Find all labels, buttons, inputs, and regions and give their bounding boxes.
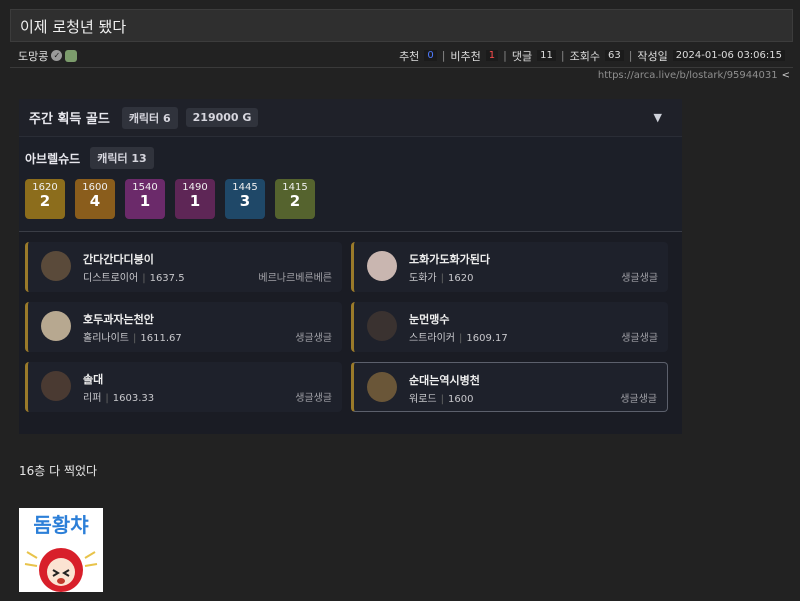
- character-card[interactable]: 호두과자는천안홀리나이트 | 1611.67 생글생글: [25, 302, 342, 352]
- post-date: 2024-01-06 03:06:15: [672, 50, 785, 61]
- character-guild: 생글생글: [621, 333, 658, 344]
- character-info: 워로드 | 1600: [409, 390, 473, 405]
- level-badge: 1600 4: [75, 179, 115, 219]
- character-item-level: 1611.67: [140, 333, 182, 344]
- views-count: 63: [604, 50, 624, 61]
- level-count: 2: [289, 192, 301, 210]
- level-badges: 1620 2 1600 4 1540 1 1490 1 1445 3 1415 2: [25, 179, 676, 219]
- character-item-level: 1603.33: [112, 393, 155, 404]
- author-info[interactable]: 도망콩 ✓: [18, 48, 78, 64]
- level-badge: 1540 1: [125, 179, 165, 219]
- post-body-text: 16층 다 찍었다: [19, 464, 98, 478]
- character-card[interactable]: 순대는역시병천워로드 | 1600 생글생글: [351, 362, 668, 412]
- server-panel: 아브렐슈드 캐릭터 13 1620 2 1600 4 1540 1 1490 1 1445 3 14…: [19, 137, 682, 232]
- character-guild: 베르나르베른베른: [258, 273, 332, 284]
- divider: |: [560, 49, 565, 62]
- character-info: 리퍼 | 1603.33: [83, 389, 154, 404]
- character-count-chip: 캐릭터 6: [121, 106, 178, 129]
- author-name[interactable]: 도망콩: [18, 48, 48, 64]
- character-avatar: [367, 372, 397, 402]
- user-level-icon: [65, 49, 78, 62]
- character-info: 스트라이커 | 1609.17: [409, 329, 508, 344]
- weekly-gold-header: 주간 획득 골드 캐릭터 6 219000 G ▼: [19, 99, 682, 137]
- post-stats: 추천 0 | 비추천 1 | 댓글 11 | 조회수 63 | 작성일 2024…: [399, 48, 785, 64]
- level-count: 1: [139, 192, 151, 210]
- character-class: 스트라이커: [409, 333, 455, 344]
- character-class: 디스트로이어: [83, 273, 139, 284]
- level-count: 3: [239, 192, 251, 210]
- character-card[interactable]: 솔대리퍼 | 1603.33 생글생글: [25, 362, 342, 412]
- level-count: 1: [189, 192, 201, 210]
- level-count: 2: [39, 192, 51, 210]
- character-cards: 간다간다디붕이 디스트로이어 | 1637.5 베르나르베른베른 도화가도화가된다 도화가 |…: [19, 232, 682, 412]
- sticker-art: 돔황챠: [19, 508, 103, 592]
- character-info: 홀리나이트 | 1611.67: [83, 329, 182, 344]
- character-item-level: 1620: [447, 273, 474, 284]
- post-url[interactable]: https://arca.live/b/lostark/95944031: [598, 70, 778, 81]
- character-info: 도화가 | 1620: [409, 269, 473, 284]
- character-card[interactable]: 도화가도화가된다도화가 | 1620 생글생글: [351, 242, 668, 292]
- level-badge: 1490 1: [175, 179, 215, 219]
- downvote-count: 1: [485, 50, 499, 61]
- divider: |: [142, 273, 146, 284]
- character-avatar: [367, 251, 397, 281]
- upvote-count: 0: [424, 50, 437, 61]
- share-icon[interactable]: <: [782, 70, 790, 81]
- character-class: 워로드: [409, 394, 437, 405]
- gold-total-chip: 219000 G: [185, 108, 259, 127]
- character-item-level: 1637.5: [149, 273, 185, 284]
- post-title: 이제 로청년 됐다: [10, 9, 793, 42]
- verified-check-icon: ✓: [51, 50, 63, 61]
- level-badge: 1415 2: [275, 179, 315, 219]
- chevron-down-icon: ▼: [653, 111, 662, 124]
- character-info: 디스트로이어 | 1637.5: [83, 269, 185, 284]
- character-guild: 생글생글: [295, 393, 332, 404]
- sticker-image: 돔황챠: [19, 508, 103, 592]
- divider: |: [440, 273, 444, 284]
- character-class: 홀리나이트: [83, 333, 129, 344]
- divider: |: [441, 49, 446, 62]
- character-item-level: 1600: [447, 394, 474, 405]
- character-avatar: [41, 251, 71, 281]
- upvote-label: 추천: [399, 49, 420, 63]
- character-name: 솔대: [83, 373, 104, 386]
- divider: |: [503, 49, 507, 62]
- embedded-screenshot: 주간 획득 골드 캐릭터 6 219000 G ▼ 아브렐슈드 캐릭터 13 1…: [19, 99, 682, 434]
- post-url-row: https://arca.live/b/lostark/95944031 <: [0, 70, 790, 81]
- character-name: 간다간다디붕이: [83, 253, 154, 266]
- character-item-level: 1609.17: [466, 333, 508, 344]
- character-guild: 생글생글: [620, 394, 657, 405]
- divider: |: [628, 49, 633, 62]
- downvote-label: 비추천: [450, 49, 481, 63]
- divider: |: [133, 333, 137, 344]
- sticker-text: 돔황챠: [33, 513, 89, 537]
- character-name: 호두과자는천안: [83, 313, 154, 326]
- character-guild: 생글생글: [621, 273, 658, 284]
- post-meta-bar: 도망콩 ✓ 추천 0 | 비추천 1 | 댓글 11 | 조회수 63 | 작성…: [10, 44, 793, 68]
- date-label: 작성일: [637, 49, 668, 63]
- divider: |: [459, 333, 463, 344]
- character-card[interactable]: 간다간다디붕이디스트로이어 | 1637.5 베르나르베른베른: [25, 242, 342, 292]
- character-name: 눈먼맹수: [409, 313, 450, 326]
- character-avatar: [41, 311, 71, 341]
- character-class: 도화가: [409, 273, 437, 284]
- character-avatar: [367, 311, 397, 341]
- character-card[interactable]: 눈먼맹수스트라이커 | 1609.17 생글생글: [351, 302, 668, 352]
- divider: |: [105, 393, 109, 404]
- character-name: 도화가도화가된다: [409, 253, 490, 266]
- level-badge: 1620 2: [25, 179, 65, 219]
- level-badge: 1445 3: [225, 179, 265, 219]
- weekly-gold-title: 주간 획득 골드: [29, 112, 110, 127]
- server-character-chip: 캐릭터 13: [90, 147, 154, 169]
- character-guild: 생글생글: [295, 333, 332, 344]
- comments-label: 댓글: [511, 49, 533, 63]
- server-name: 아브렐슈드: [25, 151, 81, 166]
- character-name: 순대는역시병천: [409, 374, 480, 387]
- character-avatar: [41, 371, 71, 401]
- character-class: 리퍼: [83, 393, 102, 404]
- divider: |: [440, 394, 444, 405]
- level-count: 4: [89, 192, 101, 210]
- views-label: 조회수: [569, 49, 600, 63]
- comments-count: 11: [537, 50, 556, 61]
